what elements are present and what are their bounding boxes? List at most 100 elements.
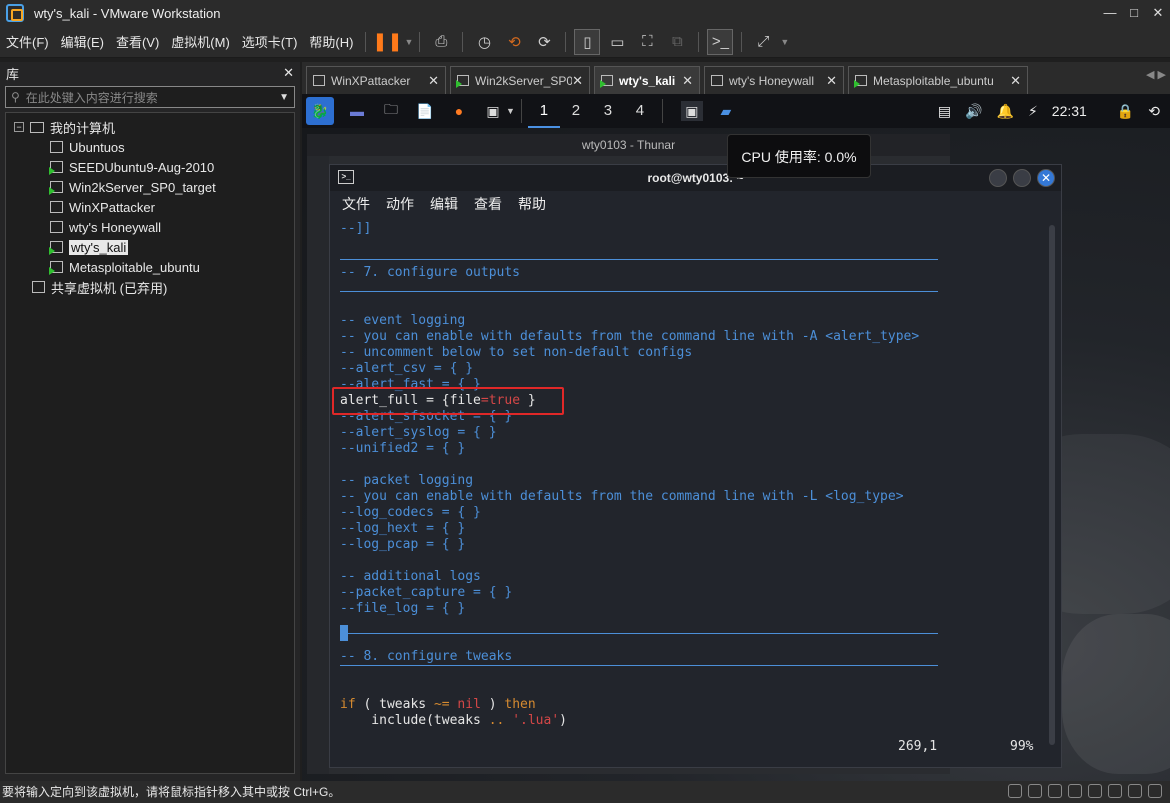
message-icon[interactable]: [1148, 784, 1162, 798]
chevron-down-icon[interactable]: ▼: [404, 37, 413, 47]
close-icon[interactable]: ✕: [826, 73, 837, 89]
tree-vm-item[interactable]: wty's Honeywall: [6, 217, 294, 237]
close-icon[interactable]: ✕: [682, 73, 693, 89]
tab-vm[interactable]: wty's Honeywall ✕: [704, 66, 844, 94]
chevron-down-icon[interactable]: ▼: [506, 106, 515, 116]
notification-bell-icon[interactable]: 🔔: [997, 103, 1014, 120]
terminal-menu-edit[interactable]: 编辑: [430, 194, 458, 214]
workspace-2[interactable]: 2: [560, 94, 592, 128]
kali-menu-icon[interactable]: 🐉: [306, 97, 334, 125]
snapshot-icon[interactable]: ◷: [471, 29, 497, 55]
cursor-position: 269,1: [898, 739, 938, 754]
menu-view[interactable]: 查看(V): [110, 32, 165, 51]
thunar-sidebar[interactable]: [307, 156, 329, 774]
divider: [340, 291, 938, 292]
network-adapter-icon[interactable]: [1048, 784, 1062, 798]
display-icon[interactable]: [1108, 784, 1122, 798]
clock[interactable]: 22:31: [1052, 103, 1087, 119]
terminal-menu-file[interactable]: 文件: [342, 194, 370, 214]
minimize-button[interactable]: [989, 169, 1007, 187]
tab-vm[interactable]: WinXPattacker ✕: [306, 66, 446, 94]
toolbar-separator: [462, 31, 464, 52]
workspace-1[interactable]: 1: [527, 94, 560, 128]
chevron-down-icon[interactable]: ▼: [780, 37, 789, 47]
show-desktop-icon[interactable]: ▬: [346, 101, 368, 121]
library-search-input[interactable]: ⚲ 在此处键入内容进行搜索 ▼: [5, 86, 295, 108]
close-button[interactable]: ✕: [1037, 169, 1055, 187]
menu-vm[interactable]: 虚拟机(M): [165, 32, 236, 51]
workspace-3[interactable]: 3: [592, 94, 624, 128]
menu-help[interactable]: 帮助(H): [303, 32, 359, 51]
code-line: include(tweaks .. '.lua'): [340, 713, 567, 728]
minimize-button[interactable]: —: [1098, 0, 1122, 26]
close-icon[interactable]: ✕: [1010, 73, 1021, 89]
tree-vm-item[interactable]: Metasploitable_ubuntu: [6, 257, 294, 277]
hdd-icon[interactable]: [1008, 784, 1022, 798]
library-close-button[interactable]: ✕: [283, 65, 294, 81]
tab-vm-active[interactable]: wty's_kali ✕: [594, 66, 700, 94]
tree-root[interactable]: − 我的计算机: [6, 117, 294, 137]
code-line: if ( tweaks ~= nil ) then: [340, 697, 536, 712]
sound-icon[interactable]: [1088, 784, 1102, 798]
close-button[interactable]: ✕: [1146, 0, 1170, 26]
logout-icon[interactable]: ⟲: [1148, 103, 1160, 120]
terminal-window[interactable]: >_ root@wty0103: ~ ✕ 文件 动作 编辑 查看 帮助 --]]…: [329, 164, 1062, 768]
full-screen-icon[interactable]: ⛶: [634, 29, 660, 55]
terminal-menu-view[interactable]: 查看: [474, 194, 502, 214]
terminal-scrollbar[interactable]: [1049, 225, 1055, 745]
usb-icon[interactable]: [1068, 784, 1082, 798]
tree-vm-item[interactable]: WinXPattacker: [6, 197, 294, 217]
menu-file[interactable]: 文件(F): [0, 32, 55, 51]
vm-label: Metasploitable_ubuntu: [69, 259, 200, 275]
tab-scroll-icon[interactable]: ◀ ▶: [1146, 68, 1166, 81]
send-ctrl-alt-del-icon[interactable]: ⎙: [428, 29, 454, 55]
window-title: wty's_kali - VMware Workstation: [34, 5, 221, 21]
terminal-icon[interactable]: ▣: [482, 101, 504, 121]
menu-edit[interactable]: 编辑(E): [55, 32, 110, 51]
terminal-menu-actions[interactable]: 动作: [386, 194, 414, 214]
tree-vm-item[interactable]: SEEDUbuntu9-Aug-2010: [6, 157, 294, 177]
menu-bar: 文件(F) 编辑(E) 查看(V) 虚拟机(M) 选项卡(T) 帮助(H) ❚❚…: [0, 26, 1170, 58]
terminal-menu-help[interactable]: 帮助: [518, 194, 546, 214]
tree-vm-item[interactable]: Ubuntuos: [6, 137, 294, 157]
collapse-icon[interactable]: −: [14, 122, 24, 132]
menu-tabs[interactable]: 选项卡(T): [236, 32, 304, 51]
workspace-4[interactable]: 4: [624, 94, 656, 128]
terminal-output[interactable]: --]] -- 7. configure outputs -- event lo…: [332, 221, 1038, 741]
vm-running-icon: [49, 261, 63, 275]
unity-icon[interactable]: ⧉: [664, 29, 690, 55]
thunar-window-icon[interactable]: ▰: [715, 101, 737, 121]
tree-vm-item[interactable]: Win2kServer_SP0_target: [6, 177, 294, 197]
tree-shared[interactable]: 共享虚拟机 (已弃用): [6, 277, 294, 297]
firefox-icon[interactable]: ●: [448, 101, 470, 121]
cdrom-icon[interactable]: [1028, 784, 1042, 798]
close-icon[interactable]: ✕: [572, 73, 583, 89]
close-icon[interactable]: ✕: [428, 73, 439, 89]
revert-snapshot-icon[interactable]: ⟲: [501, 29, 527, 55]
lock-icon[interactable]: 🔒: [1117, 103, 1134, 120]
console-view-icon[interactable]: >_: [707, 28, 734, 55]
maximize-button[interactable]: □: [1122, 0, 1146, 26]
printer-icon[interactable]: [1128, 784, 1142, 798]
volume-icon[interactable]: 🔊: [965, 103, 982, 120]
tree-vm-item-selected[interactable]: wty's_kali: [6, 237, 294, 257]
tab-vm[interactable]: Win2kServer_SP0_target✕: [450, 66, 590, 94]
stretch-icon[interactable]: ⤢: [750, 29, 776, 55]
tab-label: Win2kServer_SP0_target: [475, 73, 573, 88]
text-editor-icon[interactable]: 📄: [414, 101, 436, 121]
thumbnail-bar-icon[interactable]: ▭: [604, 29, 630, 55]
divider: [340, 633, 938, 634]
terminal-title-bar[interactable]: >_ root@wty0103: ~ ✕: [330, 165, 1061, 191]
maximize-button[interactable]: [1013, 169, 1031, 187]
file-manager-icon[interactable]: 🗀: [380, 101, 402, 121]
show-library-icon[interactable]: ▯: [574, 28, 601, 55]
chevron-down-icon[interactable]: ▼: [279, 92, 289, 103]
pause-icon[interactable]: ❚❚: [372, 29, 402, 55]
network-icon[interactable]: ▤: [938, 103, 951, 120]
snapshot-manager-icon[interactable]: ⟳: [531, 29, 557, 55]
tab-vm[interactable]: Metasploitable_ubuntu ✕: [848, 66, 1028, 94]
power-icon[interactable]: ⚡: [1028, 103, 1038, 120]
terminal-window-icon[interactable]: ▣: [680, 101, 703, 121]
vm-tab-bar: WinXPattacker✕ Win2kServer_SP0_target✕ w…: [302, 62, 1170, 94]
vm-console[interactable]: 🐉 ▬ 🗀 📄 ● ▣ ▼ 1 2 3 4 ▣ ▰ ▤ 🔊 🔔 ⚡ 22:31 …: [302, 94, 1170, 781]
